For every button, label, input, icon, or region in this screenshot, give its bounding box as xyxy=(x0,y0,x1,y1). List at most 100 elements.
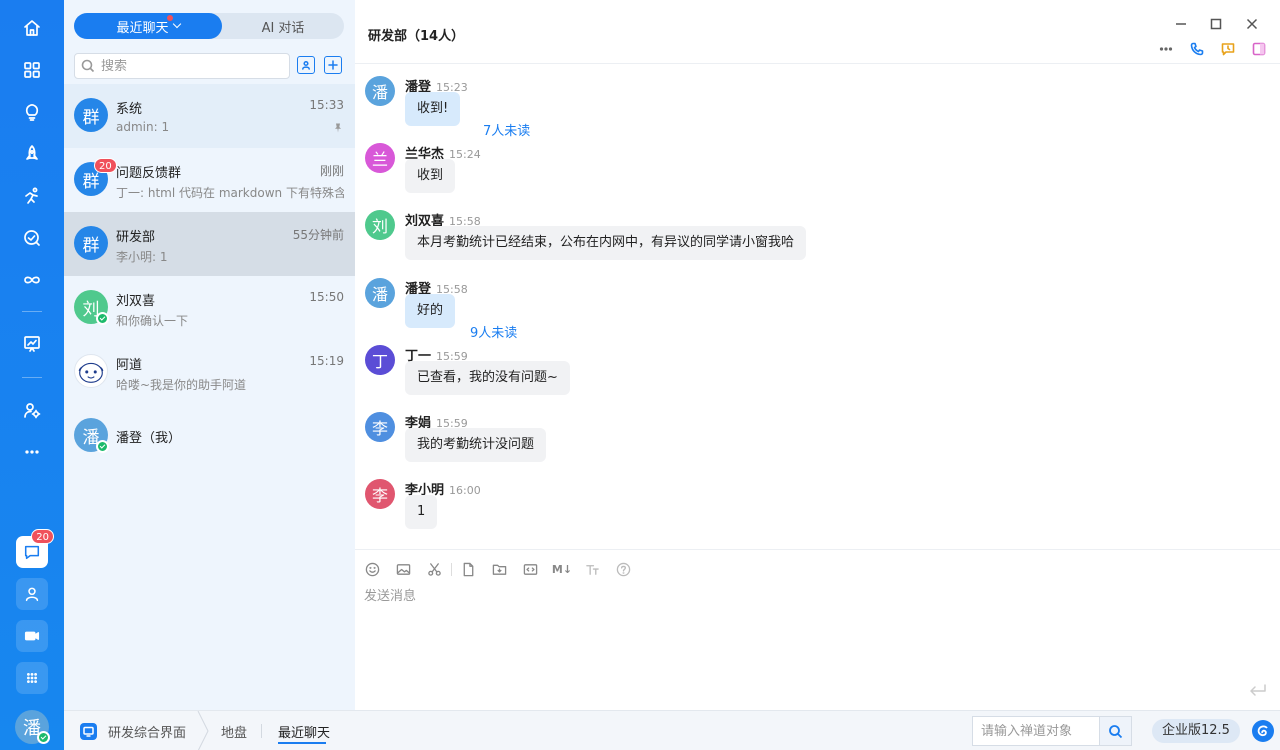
conversation-name: 刘双喜 xyxy=(116,294,156,309)
conversation-item[interactable]: 群问题反馈群 刚刚 丁一: html 代码在 markdown 下有特殊含义 20 xyxy=(64,148,355,212)
breadcrumb-item[interactable]: 地盘 xyxy=(221,722,247,741)
send-button[interactable] xyxy=(1248,683,1268,699)
file-icon xyxy=(463,562,473,576)
help-button[interactable] xyxy=(615,561,631,577)
chat-panel: 研发部（14人） 潘潘登 15:23 收到! 7人未读兰兰华杰 15:24 收到刘刘双喜 1… xyxy=(355,0,1280,710)
conversation-item[interactable]: 刘刘双喜 15:50 和你确认一下 xyxy=(64,276,355,340)
devops-infinity-icon[interactable] xyxy=(17,265,47,295)
breadcrumb-separator xyxy=(196,710,210,750)
sender-avatar[interactable]: 李 xyxy=(365,479,395,509)
avatar: 群 xyxy=(74,98,108,132)
message-bubble[interactable]: 1 xyxy=(405,495,438,529)
chat-mode-toggle: 最近聊天 AI 对话 xyxy=(74,13,344,39)
admin-tools-icon[interactable] xyxy=(17,395,47,425)
breadcrumb-item[interactable]: 研发综合界面 xyxy=(108,722,186,741)
user-avatar[interactable]: 潘 xyxy=(15,710,50,744)
conversation-time: 15:50 xyxy=(309,290,344,304)
breadcrumb-divider xyxy=(261,724,262,738)
contacts-tile[interactable] xyxy=(16,578,48,610)
report-icon[interactable] xyxy=(17,329,47,359)
file-button[interactable] xyxy=(460,561,476,577)
message-bubble[interactable]: 本月考勤统计已经结束，公布在内网中，有异议的同学请小窗我哈 xyxy=(405,226,807,260)
format-text-button[interactable] xyxy=(584,561,600,577)
rail-divider xyxy=(22,311,42,312)
conversation-preview: 丁一: html 代码在 markdown 下有特殊含义 xyxy=(116,186,344,200)
apps-grid-icon[interactable] xyxy=(17,55,47,85)
message-bubble[interactable]: 收到 xyxy=(405,159,456,193)
conversation-time: 15:19 xyxy=(309,354,344,368)
message-time: 16:00 xyxy=(449,484,481,497)
emoji-button[interactable] xyxy=(364,561,380,577)
video-tile[interactable] xyxy=(16,620,48,652)
message-bubble[interactable]: 已查看，我的没有问题~ xyxy=(405,361,570,395)
conversation-item[interactable]: 潘潘登（我） xyxy=(64,404,355,468)
sender-avatar[interactable]: 潘 xyxy=(365,76,395,106)
sender-avatar[interactable]: 刘 xyxy=(365,210,395,240)
screenshot-button[interactable] xyxy=(426,561,442,577)
contact-book-icon xyxy=(302,60,310,70)
text-format-icon xyxy=(585,564,599,575)
new-chat-button[interactable] xyxy=(324,56,342,74)
zentao-logo-icon xyxy=(80,723,97,740)
search-box[interactable] xyxy=(74,53,290,79)
conversation-item[interactable]: 阿道 15:19 哈喽~我是你的助手阿道 xyxy=(64,340,355,404)
code-button[interactable] xyxy=(522,561,538,577)
minimize-button[interactable] xyxy=(1173,16,1189,32)
sender-avatar[interactable]: 潘 xyxy=(365,278,395,308)
rail-divider xyxy=(22,377,42,378)
call-button[interactable] xyxy=(1189,41,1205,57)
chevron-down-icon xyxy=(172,19,181,29)
conversation-item[interactable]: 群研发部 55分钟前 李小明: 1 xyxy=(64,212,355,276)
tab-recent-chats[interactable]: 最近聊天 xyxy=(74,13,222,39)
search-icon xyxy=(81,59,95,73)
tab-ai-chat[interactable]: AI 对话 xyxy=(222,13,344,39)
breadcrumb-active-indicator xyxy=(278,742,326,744)
global-search xyxy=(972,716,1132,746)
conversation-item[interactable]: 群系统 15:33 admin: 1 xyxy=(64,84,355,148)
more-icon[interactable] xyxy=(17,437,47,467)
close-button[interactable] xyxy=(1244,16,1260,32)
maximize-button[interactable] xyxy=(1208,16,1224,32)
conversation-name: 问题反馈群 xyxy=(116,166,182,181)
input-divider xyxy=(355,549,1280,550)
breadcrumb-current[interactable]: 最近聊天 xyxy=(278,722,330,741)
markdown-button[interactable]: M↓ xyxy=(552,561,572,577)
sender-avatar[interactable]: 李 xyxy=(365,412,395,442)
more-options-button[interactable] xyxy=(1158,41,1174,57)
sender-avatar[interactable]: 丁 xyxy=(365,345,395,375)
emoji-icon xyxy=(365,562,379,576)
message-input[interactable] xyxy=(364,585,1264,685)
sidebar-toggle-button[interactable] xyxy=(1251,41,1267,57)
home-icon[interactable] xyxy=(17,13,47,43)
conversation-name: 研发部 xyxy=(116,230,156,245)
search-test-icon[interactable] xyxy=(17,223,47,253)
global-search-input[interactable] xyxy=(973,723,1097,739)
bulb-icon[interactable] xyxy=(17,97,47,127)
search-input[interactable] xyxy=(101,58,281,74)
conversation-preview: 哈喽~我是你的助手阿道 xyxy=(116,378,247,392)
rocket-icon[interactable] xyxy=(17,139,47,169)
message-bubble[interactable]: 收到! xyxy=(405,92,461,126)
app-rail: 20 潘 xyxy=(0,0,64,750)
message-bubble[interactable]: 好的 xyxy=(405,294,456,328)
global-search-button[interactable] xyxy=(1099,717,1131,745)
image-button[interactable] xyxy=(395,561,411,577)
message-bubble[interactable]: 我的考勤统计没问题 xyxy=(405,428,547,462)
maximize-icon xyxy=(1210,18,1222,30)
conversation-name: 阿道 xyxy=(116,358,143,373)
pin-icon xyxy=(333,122,343,137)
app-launcher-tile[interactable] xyxy=(16,662,48,694)
chat-tile[interactable]: 20 xyxy=(16,529,54,568)
more-icon xyxy=(1159,47,1173,51)
unread-count-link[interactable]: 7人未读 xyxy=(483,120,530,139)
history-button[interactable] xyxy=(1220,41,1236,57)
unread-count-link[interactable]: 9人未读 xyxy=(470,322,517,341)
sender-avatar[interactable]: 兰 xyxy=(365,143,395,173)
folder-button[interactable] xyxy=(491,561,507,577)
brand-logo-icon[interactable] xyxy=(1252,720,1274,742)
help-icon xyxy=(616,562,630,576)
avatar: 群 xyxy=(74,226,108,260)
edition-badge[interactable]: 企业版12.5 xyxy=(1152,719,1240,743)
contacts-button[interactable] xyxy=(297,56,315,74)
sprint-icon[interactable] xyxy=(17,181,47,211)
